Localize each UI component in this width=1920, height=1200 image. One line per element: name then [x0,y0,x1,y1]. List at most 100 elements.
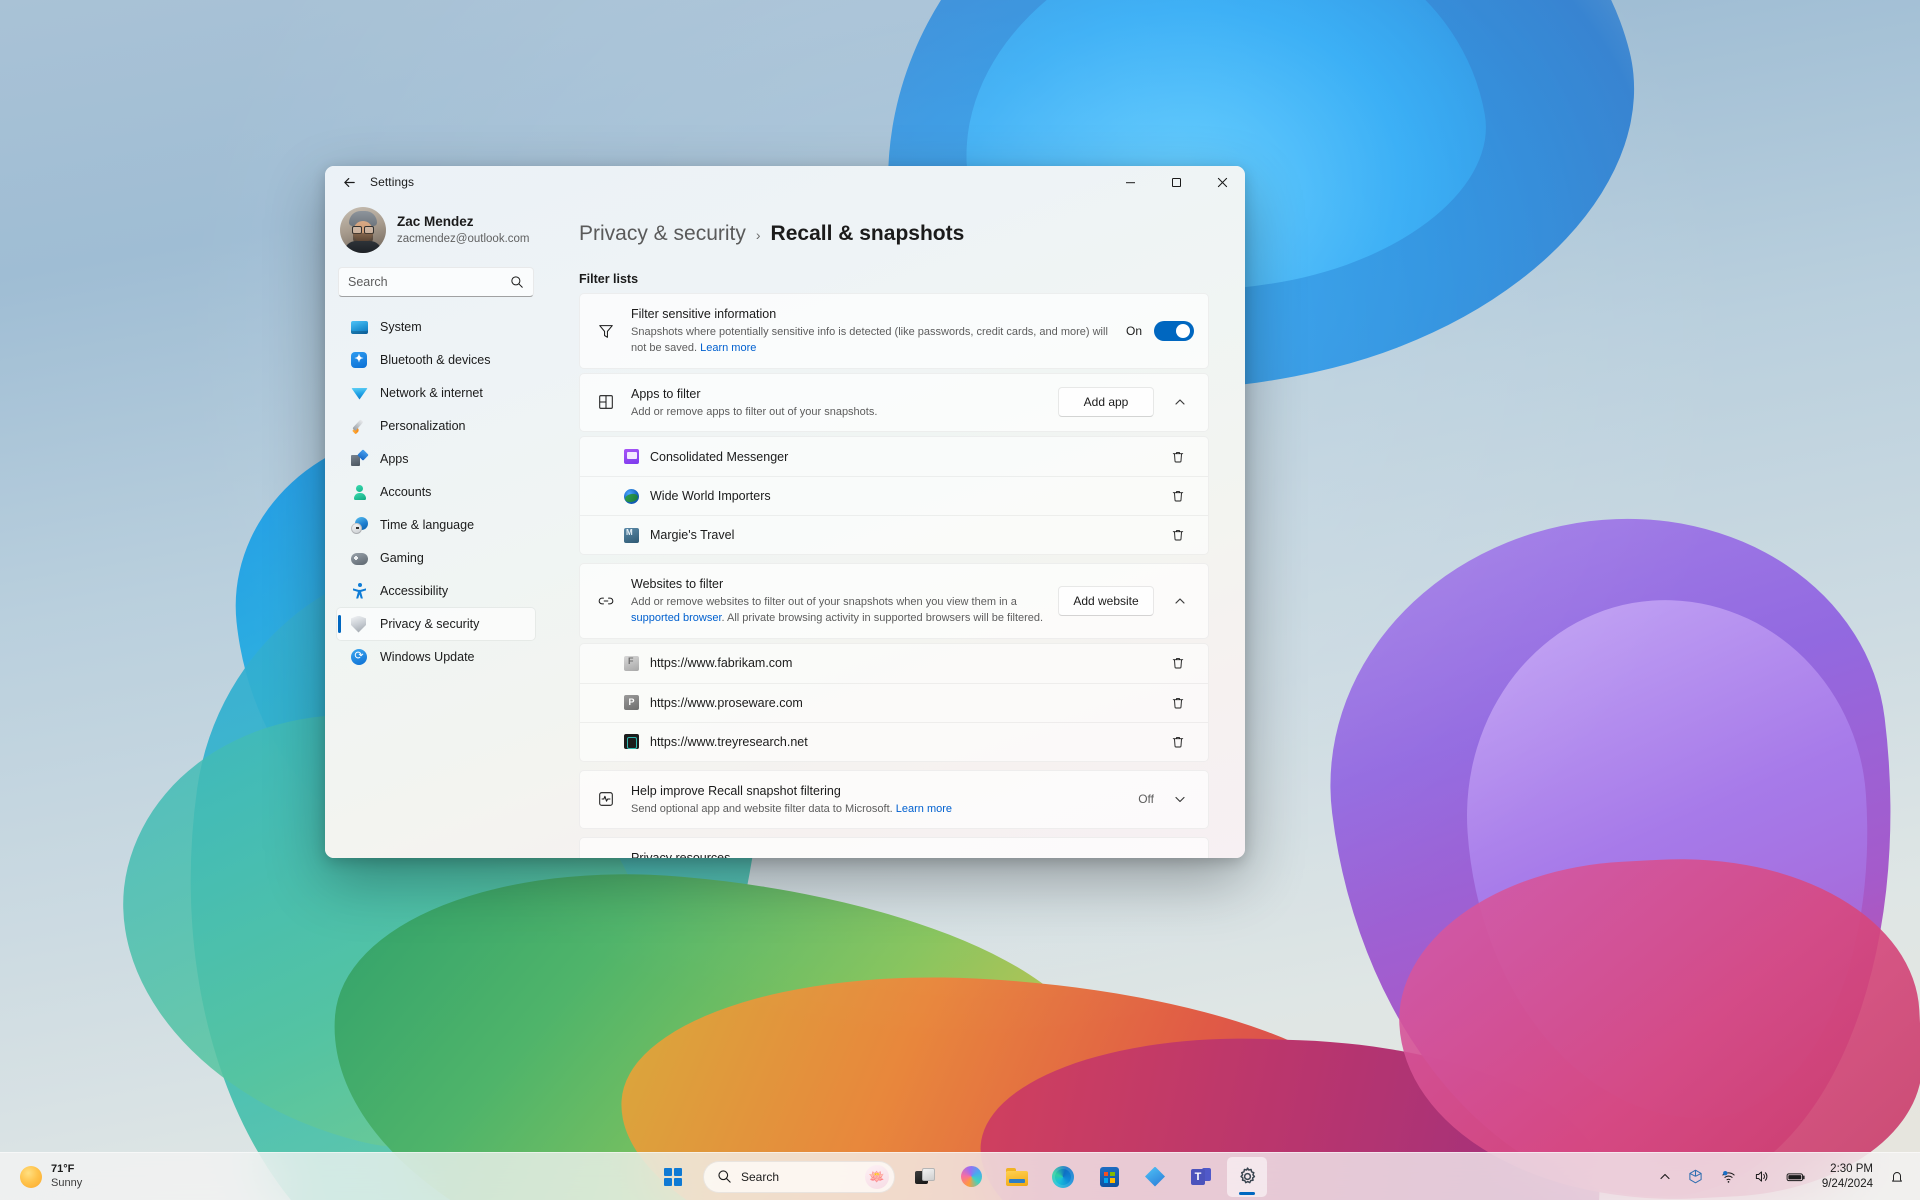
taskbar-center: Search 🪷 T [653,1156,1267,1197]
maximize-button[interactable] [1153,166,1199,198]
personalization-icon [351,418,368,435]
bell-icon[interactable] [1882,1159,1912,1195]
filter-sensitive-desc: Snapshots where potentially sensitive in… [631,324,1112,357]
sidebar-item-network-internet[interactable]: Network & internet [337,377,535,409]
trash-icon[interactable] [1163,521,1193,549]
chevron-up-icon[interactable] [1652,1159,1678,1195]
avatar [340,207,386,253]
shield-icon [595,856,617,858]
breadcrumb-separator: › [755,227,761,243]
settings-icon[interactable] [1227,1156,1267,1197]
search-input[interactable] [348,275,510,289]
shield-icon [351,615,368,633]
chevron-up-icon[interactable] [1166,388,1194,416]
sidebar-item-label: Accounts [380,485,432,499]
main-content: Privacy & security › Recall & snapshots … [547,198,1245,858]
system-tray: 2:30 PM 9/24/2024 [1652,1159,1912,1195]
sidebar-item-label: System [380,320,422,334]
wallpaper-shape-purple [1300,488,1920,1200]
privacy-resources-card: Privacy resources About these settings a… [579,837,1209,858]
filter-sensitive-row: Filter sensitive information Snapshots w… [580,294,1208,368]
add-app-button[interactable]: Add app [1058,387,1154,418]
sidebar: Zac Mendez zacmendez@outlook.com Search … [325,198,547,858]
page-title: Recall & snapshots [770,222,965,245]
treyresearch-icon [624,734,639,750]
sidebar-item-personalization[interactable]: Personalization [337,410,535,442]
search-box[interactable] [338,267,534,297]
onedrive-icon[interactable] [1680,1159,1711,1195]
trash-icon[interactable] [1163,728,1193,756]
battery-icon[interactable] [1779,1159,1813,1195]
lotus-icon: 🪷 [865,1164,889,1189]
sidebar-item-gaming[interactable]: Gaming [337,542,535,574]
list-item: Wide World Importers [580,476,1208,515]
apps-to-filter-title: Apps to filter [631,386,701,401]
help-improve-row[interactable]: Help improve Recall snapshot filtering S… [580,771,1208,828]
sidebar-item-accessibility[interactable]: Accessibility [337,575,535,607]
link-icon [595,590,617,612]
filter-sensitive-toggle[interactable] [1154,320,1194,341]
speaker-icon[interactable] [1746,1159,1777,1195]
task-view-icon[interactable] [905,1157,945,1197]
chevron-down-icon[interactable] [1166,785,1194,813]
sidebar-item-label: Personalization [380,419,466,433]
copilot-icon[interactable] [951,1157,991,1197]
diagnostics-icon [595,788,617,810]
sidebar-item-label: Windows Update [380,650,475,664]
list-item: Consolidated Messenger [580,437,1208,476]
back-arrow-icon[interactable] [333,167,365,197]
sidebar-item-label: Accessibility [380,584,449,598]
apps-icon [351,451,368,467]
wifi-icon[interactable] [1713,1159,1744,1195]
sidebar-item-system[interactable]: System [337,311,535,343]
taskbar-search[interactable]: Search 🪷 [703,1160,895,1193]
add-website-button[interactable]: Add website [1058,585,1154,616]
profile-email: zacmendez@outlook.com [397,232,530,245]
websites-desc-after: . All private browsing activity in suppo… [721,612,1044,625]
apps-to-filter-desc: Add or remove apps to filter out of your… [631,405,878,418]
breadcrumb-parent[interactable]: Privacy & security [579,222,746,246]
user-profile[interactable]: Zac Mendez zacmendez@outlook.com [337,198,535,265]
sidebar-item-windows-update[interactable]: ⟳ Windows Update [337,641,535,673]
minimize-button[interactable] [1107,166,1153,198]
trash-icon[interactable] [1163,649,1193,677]
weather-temperature: 71°F [51,1162,75,1175]
supported-browser-link[interactable]: supported browser [631,612,722,624]
weather-widget[interactable]: 71°F Sunny [4,1157,94,1197]
sidebar-item-bluetooth-devices[interactable]: ✦ Bluetooth & devices [337,344,535,376]
websites-to-filter-list: https://www.fabrikam.com P https://www.p… [579,642,1209,762]
trash-icon[interactable] [1163,443,1193,471]
help-improve-title: Help improve Recall snapshot filtering [631,783,841,798]
help-improve-desc-text: Send optional app and website filter dat… [631,802,896,815]
help-improve-learn-more-link[interactable]: Learn more [896,803,952,815]
sidebar-item-label: Bluetooth & devices [380,353,491,367]
apps-to-filter-card: Apps to filter Add or remove apps to fil… [579,372,1209,433]
system-icon [351,319,368,336]
list-item: https://www.treyresearch.net [580,721,1208,761]
websites-to-filter-row: Websites to filter Add or remove website… [580,564,1208,638]
chevron-up-icon[interactable] [1166,587,1194,615]
window-titlebar: Settings [325,166,1245,198]
help-improve-state: Off [1138,792,1154,807]
windows-update-icon: ⟳ [351,648,368,666]
microsoft-store-icon[interactable] [1089,1157,1129,1197]
profile-name: Zac Mendez [397,213,474,229]
close-button[interactable] [1199,166,1245,198]
edge-icon[interactable] [1043,1157,1083,1197]
clock[interactable]: 2:30 PM 9/24/2024 [1815,1159,1880,1195]
start-button[interactable] [653,1157,693,1197]
dev-home-icon[interactable] [1135,1157,1175,1197]
sidebar-item-privacy-security[interactable]: Privacy & security [337,608,535,640]
sidebar-item-time-language[interactable]: Time & language [337,509,535,541]
websites-desc-before: Add or remove websites to filter out of … [631,596,1017,609]
sidebar-item-accounts[interactable]: Accounts [337,476,535,508]
trash-icon[interactable] [1163,689,1193,717]
teams-icon[interactable]: T [1181,1157,1221,1197]
gaming-icon [351,550,368,567]
filter-sensitive-learn-more-link[interactable]: Learn more [700,342,756,354]
tray-date: 9/24/2024 [1821,1177,1873,1190]
trash-icon[interactable] [1163,482,1193,510]
sidebar-item-apps[interactable]: Apps [337,443,535,475]
sidebar-item-label: Network & internet [380,386,483,400]
file-explorer-icon[interactable] [997,1157,1037,1197]
